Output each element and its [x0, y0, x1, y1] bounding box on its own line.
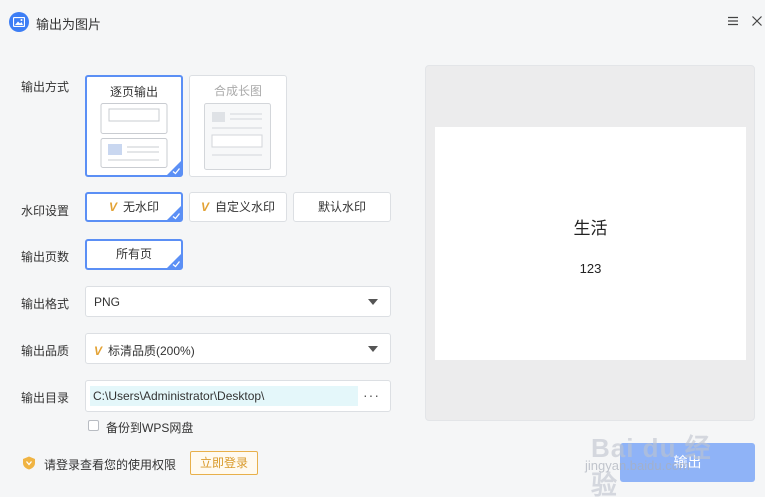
preview-page: 生活 123: [435, 127, 746, 360]
quality-value: 标清品质(200%): [108, 344, 195, 358]
default-watermark-label: 默认水印: [317, 200, 366, 214]
selected-check-icon: [166, 160, 182, 176]
directory-input[interactable]: C:\Users\Administrator\Desktop\ ···: [85, 380, 391, 412]
per-page-label: 逐页输出: [109, 85, 158, 99]
image-icon: [9, 12, 29, 32]
export-button[interactable]: 输出: [620, 443, 755, 482]
directory-value[interactable]: C:\Users\Administrator\Desktop\: [90, 386, 358, 406]
output-mode-label: 输出方式: [21, 80, 70, 94]
quality-select[interactable]: V 标清品质(200%): [85, 333, 391, 364]
custom-watermark-label: 自定义水印: [215, 200, 276, 214]
no-watermark-option[interactable]: V 无水印: [85, 192, 183, 222]
vip-shield-icon: [23, 456, 35, 470]
vip-v-icon: V: [108, 200, 117, 214]
chevron-down-icon: [368, 299, 378, 305]
all-pages-option[interactable]: 所有页: [85, 239, 183, 270]
preview-panel: 生活 123: [425, 65, 755, 421]
watermark-label: 水印设置: [21, 204, 70, 218]
directory-label: 输出目录: [21, 391, 70, 405]
backup-label[interactable]: 备份到WPS网盘: [106, 419, 193, 436]
long-image-label: 合成长图: [213, 84, 262, 98]
backup-checkbox[interactable]: [88, 420, 99, 431]
title-bar: 输出为图片: [0, 0, 765, 44]
per-page-thumbnail-icon: [100, 103, 168, 168]
per-page-option[interactable]: 逐页输出: [85, 75, 183, 177]
vip-v-icon: V: [200, 200, 209, 214]
window-title: 输出为图片: [36, 17, 102, 32]
all-pages-label: 所有页: [115, 247, 152, 261]
default-watermark-option[interactable]: 默认水印: [293, 192, 391, 222]
vip-v-icon: V: [94, 344, 103, 358]
close-icon[interactable]: [751, 15, 763, 27]
selected-check-icon: [166, 205, 182, 221]
browse-more-button[interactable]: ···: [363, 387, 380, 403]
pages-label: 输出页数: [21, 250, 70, 264]
login-button[interactable]: 立即登录: [190, 451, 258, 475]
selected-check-icon: [166, 253, 182, 269]
format-value: PNG: [94, 295, 121, 309]
menu-icon[interactable]: [727, 15, 739, 27]
format-label: 输出格式: [21, 297, 70, 311]
format-select[interactable]: PNG: [85, 286, 391, 317]
custom-watermark-option[interactable]: V 自定义水印: [189, 192, 287, 222]
chevron-down-icon: [368, 346, 378, 352]
no-watermark-label: 无水印: [123, 200, 160, 214]
preview-title: 生活: [573, 219, 608, 239]
quality-label: 输出品质: [21, 344, 70, 358]
long-image-thumbnail-icon: [204, 103, 271, 170]
long-image-option[interactable]: 合成长图: [189, 75, 287, 177]
login-hint: 请登录查看您的使用权限: [44, 458, 177, 472]
preview-text: 123: [579, 261, 602, 276]
